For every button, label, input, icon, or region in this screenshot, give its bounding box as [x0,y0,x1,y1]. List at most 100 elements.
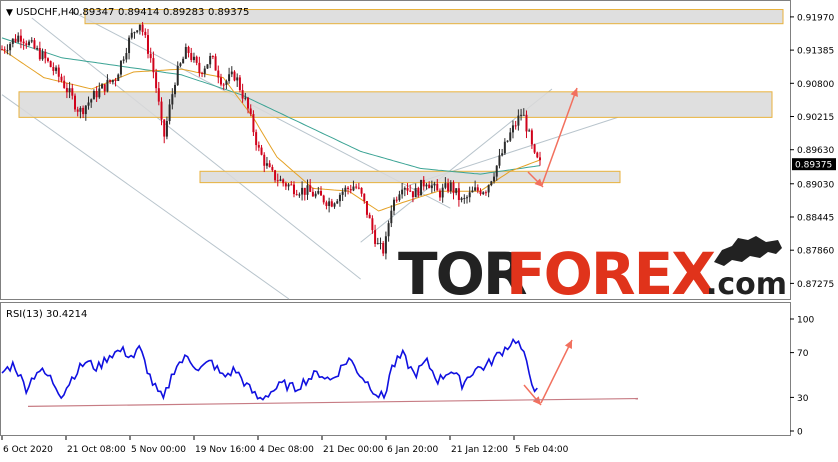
price-tick-label: 0.87860 [797,247,834,257]
candle-body [268,163,271,168]
price-axis: 0.91970 0.91385 0.90800 0.90215 0.89630 0.890… [790,13,836,290]
candle-body [287,184,290,187]
candle-body [219,77,222,85]
candle-body [438,190,441,198]
time-tick-label: 21 Dec 00:00 [323,445,384,455]
candle-body [222,84,225,86]
candle-body [506,140,509,142]
candle-body [503,141,506,154]
price-tick-label: 0.89630 [797,146,834,156]
candle-body [252,114,255,133]
candle-body [71,88,74,96]
candle-body [225,81,228,85]
candle-body [328,201,331,206]
candle-body [195,56,198,63]
channel-line-1 [1,94,290,300]
candle-body [482,192,485,195]
candle-body [395,199,398,201]
candle-body [325,202,328,206]
price-tick-label: 0.88445 [797,213,834,223]
candle-body [460,198,463,200]
candle-body [401,189,404,195]
price-tick-label: 0.89030 [797,180,834,190]
candle-body [76,109,79,112]
candle-body [284,183,287,187]
candle-body [336,201,339,204]
candle-body [298,194,301,196]
candle-body [73,95,76,110]
candle-body [433,183,436,186]
candle-body [109,79,112,83]
candle-body [174,84,177,95]
chart-svg: 0.91970 0.91385 0.90800 0.90215 0.89630 0.890… [0,0,836,455]
candle-body [25,43,28,46]
candle-body [479,190,482,195]
time-tick-label: 5 Feb 04:00 [515,445,569,455]
candle-body [44,51,47,59]
candle-body [265,163,268,166]
candle-body [33,40,36,49]
candle-body [393,199,396,211]
candle-body [295,194,298,196]
candle-body [355,186,358,188]
candle-body [414,187,417,198]
candle-body [165,121,168,137]
candle-body [149,53,152,59]
candle-body [303,187,306,195]
candle-body [398,194,401,201]
rsi-support-line [27,397,639,407]
candle-body [301,187,304,195]
candle-body [292,184,295,195]
candle-body [63,80,66,88]
candle-body [236,77,239,81]
candle-body [130,32,133,38]
candle-body [417,187,420,196]
candle-body [60,76,63,81]
candle-body [92,90,95,100]
candle-body [206,64,209,69]
time-tick-label: 4 Dec 08:00 [259,445,314,455]
candle-body [379,242,382,244]
rsi-tick-label: 70 [797,349,809,359]
candle-body [146,35,149,54]
candle-body [122,59,125,61]
candle-body [422,179,425,187]
candle-body [457,188,460,200]
candle-body [28,41,31,46]
candle-body [22,41,25,44]
candle-body [3,49,6,51]
candle-body [341,191,344,195]
time-tick-label: 21 Oct 08:00 [67,445,126,455]
candle-body [9,43,12,51]
price-tick-label: 0.87275 [797,280,834,290]
price-tick-label: 0.91970 [797,13,834,23]
candle-body [430,185,433,189]
candle-body [101,84,104,89]
candle-body [498,155,501,166]
resistance-zone-1 [18,91,773,118]
candle-body [495,165,498,177]
candle-body [511,125,514,133]
time-tick-label: 21 Jan 12:00 [451,445,508,455]
candle-body [217,70,220,78]
rsi-axis: 100 70 30 0 [790,316,814,438]
candle-body [160,101,163,120]
candle-body [436,183,439,191]
candle-body [52,67,55,71]
candle-body [403,187,406,190]
candle-body [103,84,106,92]
candle-body [55,67,58,71]
candle-body [17,35,20,42]
candle-body [420,179,423,196]
rsi-label: RSI(13) 30.4214 [6,309,87,320]
candle-body [363,193,366,202]
chart-root: 0.91970 0.91385 0.90800 0.90215 0.89630 0.890… [0,0,838,458]
candle-body [168,104,171,122]
candle-body [260,147,263,155]
candle-body [509,132,512,141]
candle-body [201,72,204,74]
candle-body [84,105,87,115]
candle-body [444,183,447,188]
candle-body [144,31,147,36]
candle-body [344,187,347,192]
